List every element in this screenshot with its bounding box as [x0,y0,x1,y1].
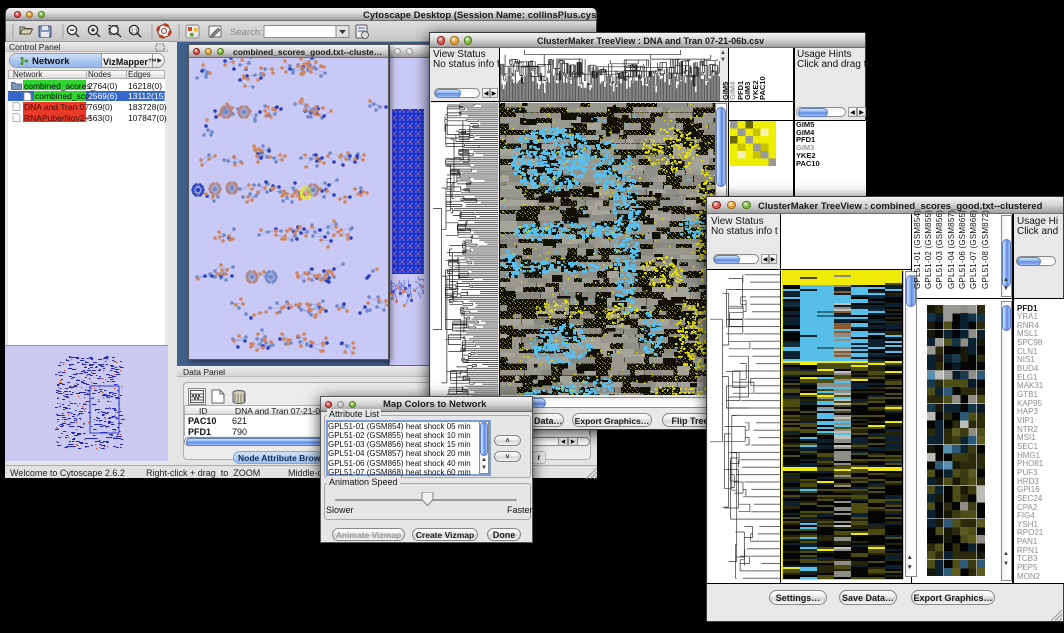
svg-text:Search:: Search: [230,27,263,38]
svg-text:1:1: 1:1 [131,29,138,35]
